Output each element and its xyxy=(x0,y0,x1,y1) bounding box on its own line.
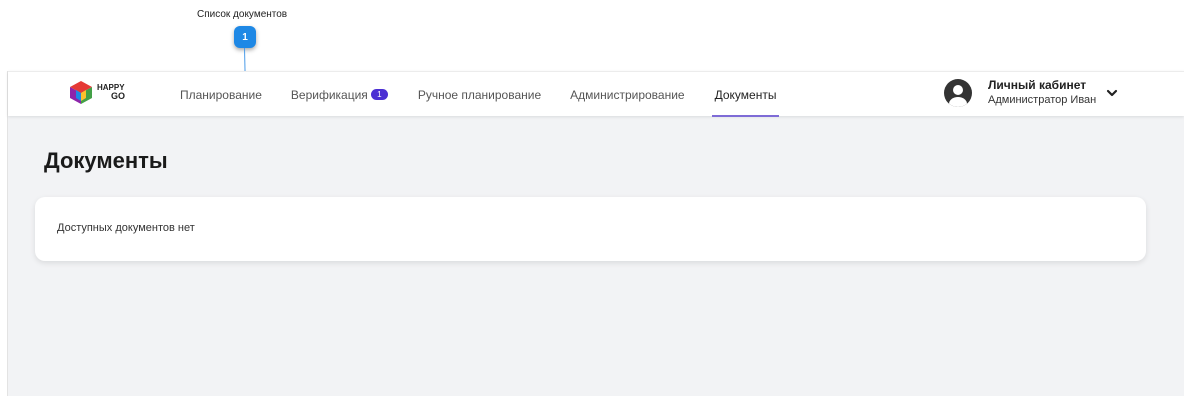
screen: Список документов 1 HAPPY GO Планировани… xyxy=(0,0,1184,396)
chevron-down-icon[interactable] xyxy=(1106,87,1118,99)
account-title: Личный кабинет xyxy=(988,78,1087,92)
main-nav: Планирование Верификация 1 Ручное планир… xyxy=(178,72,780,117)
nav-item-label: Документы xyxy=(714,87,777,102)
nav-item-label: Верификация xyxy=(290,87,368,102)
brand-name-bottom: GO xyxy=(111,91,126,101)
brand-wordmark: HAPPY GO xyxy=(97,84,126,101)
page-title: Документы xyxy=(44,148,168,173)
annotation-badge: 1 xyxy=(234,26,256,48)
empty-state-message: Доступных документов нет xyxy=(57,222,195,234)
notification-count-badge: 1 xyxy=(370,89,388,100)
nav-item-verification[interactable]: Верификация 1 xyxy=(291,72,388,117)
user-avatar-icon xyxy=(944,79,972,107)
account-subtitle: Администратор Иван xyxy=(988,94,1097,106)
nav-item-administration[interactable]: Администрирование xyxy=(570,72,684,117)
nav-item-label: Ручное планирование xyxy=(417,87,542,102)
nav-item-label: Администрирование xyxy=(570,87,685,102)
nav-item-planning[interactable]: Планирование xyxy=(180,72,262,117)
account-menu[interactable]: Личный кабинет Администратор Иван xyxy=(944,78,1118,108)
nav-item-manual-planning[interactable]: Ручное планирование xyxy=(418,72,541,117)
brand-logo[interactable]: HAPPY GO xyxy=(68,79,125,105)
cube-logo-icon xyxy=(70,81,92,104)
annotation-label: Список документов xyxy=(197,9,288,20)
app-window: HAPPY GO Планирование Верификация 1 Ручн… xyxy=(7,71,1184,396)
nav-item-documents[interactable]: Документы xyxy=(711,72,780,117)
top-navigation-bar: HAPPY GO Планирование Верификация 1 Ручн… xyxy=(8,71,1184,117)
account-info: Личный кабинет Администратор Иван xyxy=(988,78,1096,108)
documents-list-card: Доступных документов нет xyxy=(35,197,1146,261)
nav-item-label: Планирование xyxy=(180,87,262,102)
